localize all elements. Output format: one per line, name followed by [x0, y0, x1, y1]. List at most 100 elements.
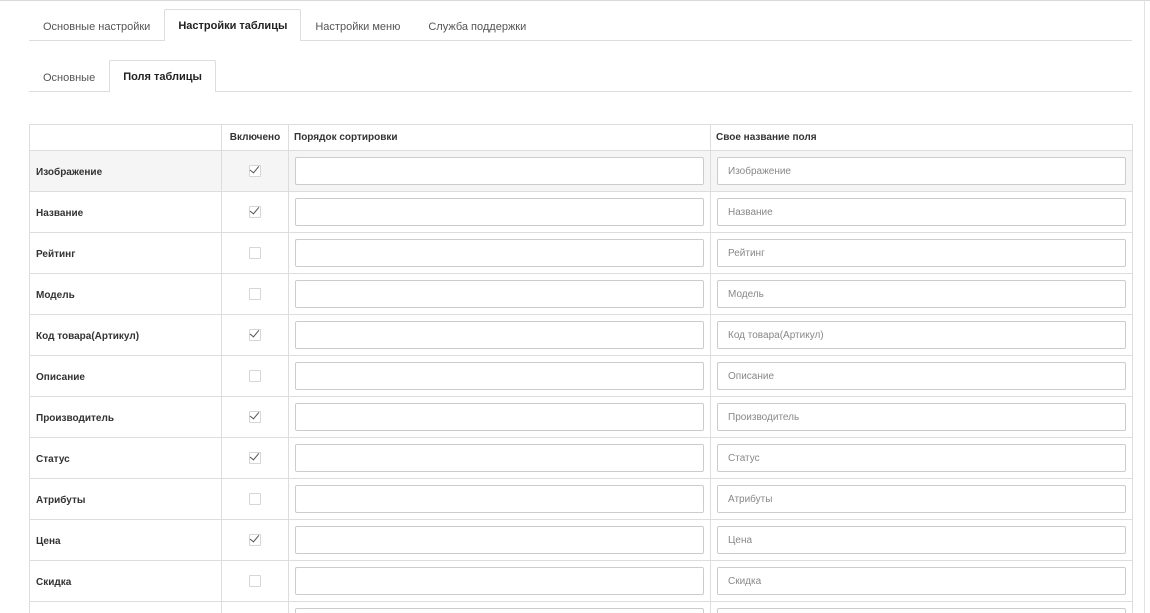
sort-order-cell — [288, 560, 711, 602]
tab-menu-settings[interactable]: Настройки меню — [301, 11, 414, 41]
sort-order-input[interactable] — [295, 567, 704, 595]
custom-name-input[interactable] — [717, 608, 1126, 613]
tab-general[interactable]: Основные — [29, 62, 109, 92]
sort-order-input[interactable] — [295, 198, 704, 226]
custom-name-input[interactable] — [717, 198, 1126, 226]
field-name: Цена — [36, 536, 61, 547]
header-enabled: Включено — [221, 124, 289, 151]
sort-order-input[interactable] — [295, 444, 704, 472]
table-row: Описание — [29, 355, 1133, 397]
sort-order-cell — [288, 232, 711, 274]
enabled-checkbox[interactable] — [249, 533, 261, 546]
table-row: Статус — [29, 437, 1133, 479]
enabled-checkbox[interactable] — [249, 410, 261, 423]
enabled-checkbox[interactable] — [249, 246, 261, 259]
field-name-cell: Скидка — [29, 560, 222, 602]
enabled-checkbox[interactable] — [249, 205, 261, 218]
table-row: Цена — [29, 519, 1133, 561]
field-name: Скидка — [36, 577, 72, 588]
field-name: Код товара(Артикул) — [36, 331, 140, 342]
sort-order-cell — [288, 314, 711, 356]
custom-name-cell — [710, 396, 1133, 438]
sort-order-cell — [288, 601, 711, 613]
custom-name-input[interactable] — [717, 485, 1126, 513]
custom-name-cell — [710, 314, 1133, 356]
header-custom-name: Свое название поля — [710, 124, 1133, 151]
table-row: Рейтинг — [29, 232, 1133, 274]
top-divider — [0, 0, 1150, 1]
enabled-checkbox[interactable] — [249, 492, 261, 505]
sort-order-input[interactable] — [295, 362, 704, 390]
field-name-cell: Рейтинг — [29, 232, 222, 274]
custom-name-input[interactable] — [717, 157, 1126, 185]
tab-table-settings[interactable]: Настройки таблицы — [164, 9, 302, 41]
field-name-cell: Атрибуты — [29, 478, 222, 520]
fields-table-body: Изображение Название Рейтинг Модель Код това… — [29, 150, 1133, 613]
custom-name-cell — [710, 519, 1133, 561]
custom-name-cell — [710, 273, 1133, 315]
sort-order-input[interactable] — [295, 608, 704, 613]
enabled-checkbox[interactable] — [249, 328, 261, 341]
custom-name-input[interactable] — [717, 239, 1126, 267]
custom-name-input[interactable] — [717, 321, 1126, 349]
custom-name-input[interactable] — [717, 280, 1126, 308]
sort-order-input[interactable] — [295, 280, 704, 308]
sort-order-input[interactable] — [295, 403, 704, 431]
custom-name-cell — [710, 437, 1133, 479]
custom-name-input[interactable] — [717, 526, 1126, 554]
enabled-cell — [221, 355, 289, 397]
table-row: Атрибуты — [29, 478, 1133, 520]
custom-name-cell — [710, 191, 1133, 233]
sort-order-cell — [288, 273, 711, 315]
custom-name-cell — [710, 150, 1133, 192]
sort-order-input[interactable] — [295, 239, 704, 267]
sort-order-input[interactable] — [295, 321, 704, 349]
enabled-checkbox[interactable] — [249, 287, 261, 300]
custom-name-input[interactable] — [717, 403, 1126, 431]
table-row: Изображение — [29, 150, 1133, 192]
field-name: Описание — [36, 372, 85, 383]
table-row: Название — [29, 191, 1133, 233]
enabled-checkbox[interactable] — [249, 369, 261, 382]
header-field — [29, 124, 222, 151]
enabled-checkbox[interactable] — [249, 164, 261, 177]
field-name-cell: Модель — [29, 273, 222, 315]
enabled-checkbox[interactable] — [249, 451, 261, 464]
field-name: Производитель — [36, 413, 114, 424]
tab-table-fields[interactable]: Поля таблицы — [109, 60, 216, 92]
field-name-cell: Цена — [29, 519, 222, 561]
settings-page: Основные настройки Настройки таблицы Нас… — [0, 0, 1150, 613]
enabled-checkbox[interactable] — [249, 574, 261, 587]
field-name-cell: Изображение — [29, 150, 222, 192]
field-name: Атрибуты — [36, 495, 86, 506]
tab-main-settings[interactable]: Основные настройки — [29, 11, 164, 41]
table-row: Скидка — [29, 560, 1133, 602]
sort-order-input[interactable] — [295, 485, 704, 513]
enabled-cell — [221, 314, 289, 356]
enabled-cell — [221, 273, 289, 315]
field-name-cell: Название — [29, 191, 222, 233]
sort-order-cell — [288, 478, 711, 520]
custom-name-input[interactable] — [717, 444, 1126, 472]
custom-name-input[interactable] — [717, 362, 1126, 390]
field-name-cell: Производитель — [29, 396, 222, 438]
field-name: Рейтинг — [36, 249, 76, 260]
custom-name-input[interactable] — [717, 567, 1126, 595]
enabled-cell — [221, 519, 289, 561]
table-header-row: Включено Порядок сортировки Свое названи… — [29, 124, 1133, 151]
enabled-cell — [221, 560, 289, 602]
header-sort-order: Порядок сортировки — [288, 124, 711, 151]
enabled-cell — [221, 478, 289, 520]
enabled-cell — [221, 150, 289, 192]
tab-support[interactable]: Служба поддержки — [414, 11, 540, 41]
field-name: Статус — [36, 454, 70, 465]
field-name-cell: Код товара(Артикул) — [29, 314, 222, 356]
sort-order-input[interactable] — [295, 157, 704, 185]
field-name: Изображение — [36, 167, 103, 178]
enabled-cell — [221, 437, 289, 479]
custom-name-cell — [710, 560, 1133, 602]
right-divider — [1144, 0, 1145, 613]
sort-order-input[interactable] — [295, 526, 704, 554]
custom-name-cell — [710, 478, 1133, 520]
enabled-cell — [221, 191, 289, 233]
